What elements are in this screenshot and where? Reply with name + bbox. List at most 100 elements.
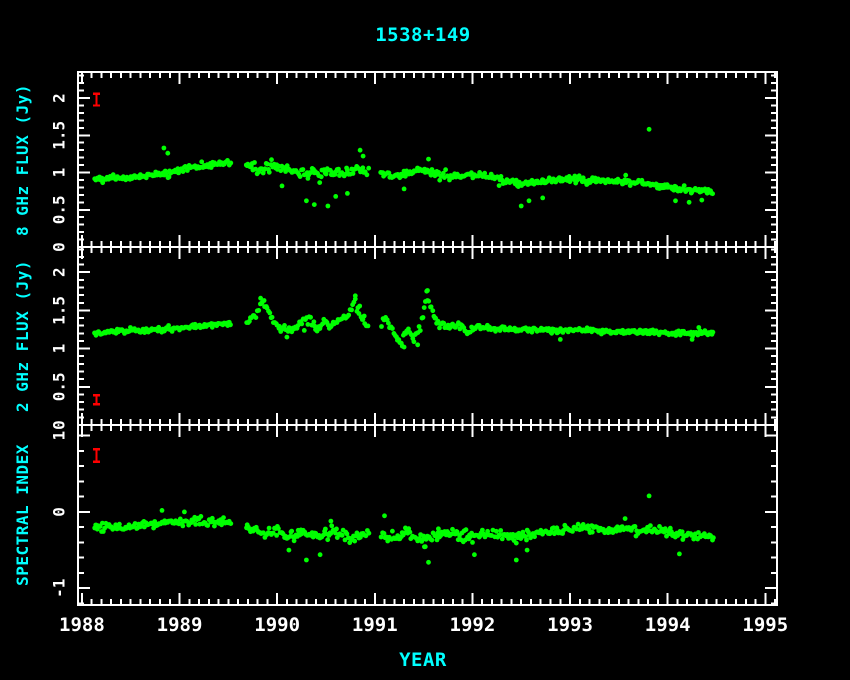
data-point bbox=[267, 170, 272, 175]
data-point-outlier bbox=[160, 508, 165, 513]
data-point-outlier bbox=[358, 148, 363, 153]
data-point bbox=[514, 541, 519, 546]
data-point-outlier bbox=[426, 560, 431, 565]
data-point bbox=[334, 527, 339, 532]
data-point bbox=[426, 299, 431, 304]
figure-1538-149: 1538+149 00.511.52 8 GHz FLUX (Jy) 00.51… bbox=[0, 0, 850, 680]
x-tick-label: 1992 bbox=[450, 614, 496, 636]
y-axis-title-spectral: SPECTRAL INDEX bbox=[13, 444, 32, 586]
data-point-outlier bbox=[333, 194, 338, 199]
data-point bbox=[412, 339, 417, 344]
data-point bbox=[180, 524, 185, 529]
data-point bbox=[267, 526, 272, 531]
data-point bbox=[498, 528, 503, 533]
x-tick-label: 1993 bbox=[547, 614, 593, 636]
y-tick-label: 0 bbox=[50, 420, 69, 430]
panel-8ghz-error-bar bbox=[93, 94, 100, 106]
chart-title: 1538+149 bbox=[375, 24, 471, 46]
data-point bbox=[430, 538, 435, 543]
data-point bbox=[325, 537, 330, 542]
data-point-outlier bbox=[258, 296, 263, 301]
data-point bbox=[360, 165, 365, 170]
panel-8ghz-flux: 00.511.52 8 GHz FLUX (Jy) bbox=[13, 72, 777, 252]
data-point bbox=[710, 191, 715, 196]
data-point bbox=[711, 535, 716, 540]
data-point bbox=[346, 313, 351, 318]
data-point-outlier bbox=[285, 335, 290, 340]
data-point bbox=[289, 529, 294, 534]
panel-spectral-frame-ticks: -101 bbox=[50, 425, 777, 605]
data-point bbox=[367, 531, 372, 536]
data-point bbox=[418, 328, 423, 333]
data-point bbox=[270, 315, 275, 320]
data-point bbox=[323, 527, 328, 532]
x-tick-labels: 19881989199019911992199319941995 bbox=[59, 614, 788, 636]
x-tick-label: 1990 bbox=[254, 614, 300, 636]
y-tick-label: -1 bbox=[50, 579, 69, 598]
data-point bbox=[117, 522, 122, 527]
data-point bbox=[532, 534, 537, 539]
data-point-outlier bbox=[425, 288, 430, 293]
data-point bbox=[319, 174, 324, 179]
data-point bbox=[482, 171, 487, 176]
data-point-outlier bbox=[558, 337, 563, 342]
data-point bbox=[352, 539, 357, 544]
panel-2ghz-flux: 00.511.52 2 GHz FLUX (Jy) bbox=[13, 247, 777, 430]
y-tick-label: 1 bbox=[50, 431, 69, 441]
data-point-outlier bbox=[162, 146, 167, 151]
panel-spectral-data-points bbox=[92, 494, 716, 565]
data-point bbox=[228, 322, 233, 327]
light-curve-plot: 1538+149 00.511.52 8 GHz FLUX (Jy) 00.51… bbox=[0, 0, 850, 680]
data-point bbox=[256, 308, 261, 313]
data-point bbox=[357, 304, 362, 309]
data-point bbox=[366, 166, 371, 171]
data-point-outlier bbox=[304, 558, 309, 563]
data-point-outlier bbox=[165, 151, 170, 156]
data-point bbox=[570, 529, 575, 534]
data-point-outlier bbox=[525, 548, 530, 553]
panel-spectral-index: -101 SPECTRAL INDEX bbox=[13, 425, 777, 605]
data-point-outlier bbox=[280, 184, 285, 189]
data-point bbox=[365, 172, 370, 177]
data-point bbox=[199, 514, 204, 519]
data-point bbox=[362, 314, 367, 319]
x-tick-label: 1988 bbox=[59, 614, 105, 636]
y-tick-label: 2 bbox=[50, 93, 69, 103]
data-point bbox=[228, 161, 233, 166]
data-point bbox=[494, 529, 499, 534]
panel-frame bbox=[78, 425, 777, 605]
y-axis-title-2ghz: 2 GHz FLUX (Jy) bbox=[13, 260, 32, 412]
data-point bbox=[267, 311, 272, 316]
data-point-outlier bbox=[312, 202, 317, 207]
data-point bbox=[254, 315, 259, 320]
data-point bbox=[181, 169, 186, 174]
data-point bbox=[298, 174, 303, 179]
data-point bbox=[299, 322, 304, 327]
data-point bbox=[282, 323, 287, 328]
y-tick-label: 1.5 bbox=[50, 296, 69, 325]
data-point bbox=[421, 315, 426, 320]
data-point-outlier bbox=[345, 191, 350, 196]
data-point-outlier bbox=[687, 200, 692, 205]
data-point bbox=[308, 315, 313, 320]
data-point-outlier bbox=[382, 513, 387, 518]
data-point bbox=[423, 544, 428, 549]
data-point-outlier bbox=[353, 297, 358, 302]
data-point bbox=[711, 330, 716, 335]
x-tick-label: 1994 bbox=[645, 614, 691, 636]
y-tick-label: 0.5 bbox=[50, 195, 69, 224]
data-point bbox=[312, 319, 317, 324]
data-point bbox=[422, 305, 427, 310]
data-point bbox=[269, 157, 274, 162]
data-point-outlier bbox=[472, 552, 477, 557]
data-point bbox=[351, 171, 356, 176]
data-point-outlier bbox=[699, 198, 704, 203]
data-point bbox=[301, 167, 306, 172]
data-point-outlier bbox=[514, 558, 519, 563]
data-point bbox=[408, 530, 413, 535]
x-axis-title: YEAR bbox=[399, 649, 447, 671]
y-tick-label: 1 bbox=[50, 168, 69, 178]
data-point bbox=[680, 529, 685, 534]
data-point bbox=[623, 516, 628, 521]
y-tick-label: 1 bbox=[50, 344, 69, 354]
